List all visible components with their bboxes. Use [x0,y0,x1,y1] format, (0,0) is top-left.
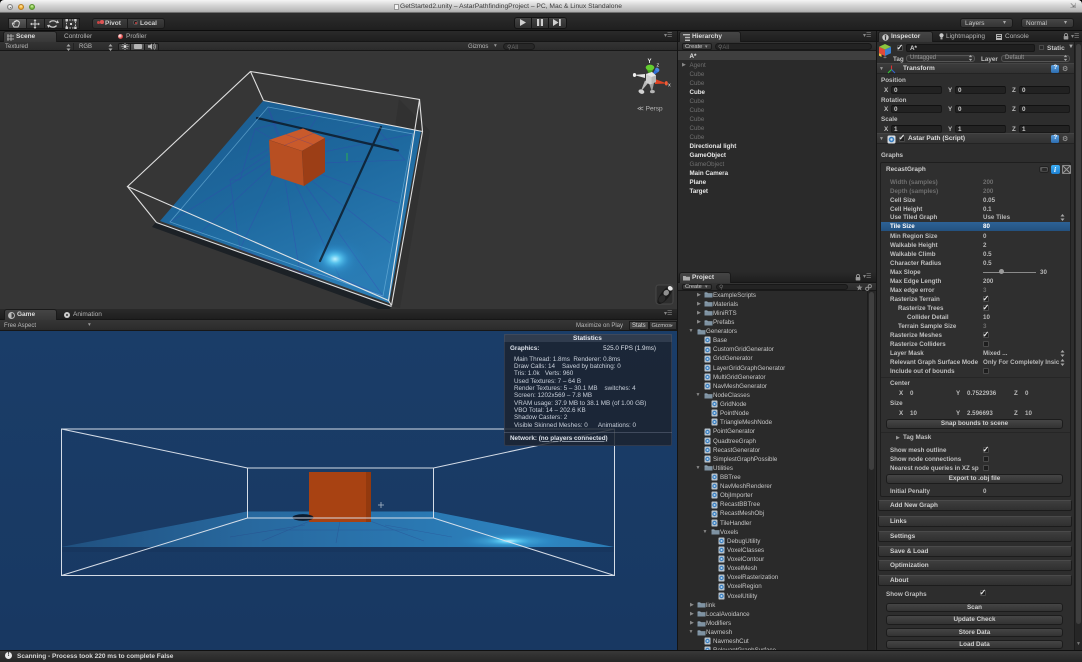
svg-text:x: x [668,83,671,89]
svg-text:Y: Y [648,59,652,65]
svg-text:≪ Persp: ≪ Persp [637,106,663,113]
svg-text:z: z [657,63,660,69]
